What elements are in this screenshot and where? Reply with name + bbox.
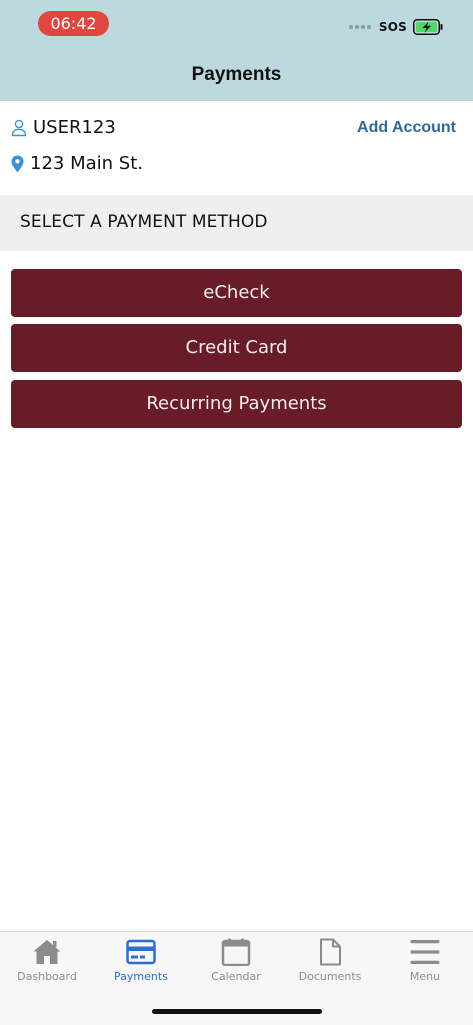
calendar-icon <box>221 938 251 966</box>
status-indicators: SOS <box>348 17 443 37</box>
hamburger-menu-icon <box>410 940 440 964</box>
account-address: 123 Main St. <box>30 153 143 174</box>
credit-card-icon <box>126 939 156 965</box>
status-time: 06:42 <box>38 11 109 36</box>
tab-payments-label: Payments <box>114 970 168 983</box>
payment-method-section-header: SELECT A PAYMENT METHOD <box>0 195 473 251</box>
account-username: USER123 <box>33 117 116 138</box>
recurring-payments-button[interactable]: Recurring Payments <box>11 380 462 428</box>
tab-documents-label: Documents <box>298 970 362 983</box>
add-account-link[interactable]: Add Account <box>357 119 456 137</box>
account-address-row: 123 Main St. <box>11 153 143 174</box>
top-header: 06:42 SOS Payments <box>0 0 473 101</box>
tab-menu[interactable]: Menu <box>378 932 472 992</box>
user-icon <box>11 119 27 136</box>
battery-charging-icon <box>413 19 443 35</box>
tab-calendar[interactable]: Calendar <box>189 932 283 992</box>
echeck-button[interactable]: eCheck <box>11 269 462 317</box>
tab-payments[interactable]: Payments <box>94 932 188 992</box>
account-user-row: USER123 <box>11 117 116 138</box>
home-icon <box>33 940 61 964</box>
credit-card-button[interactable]: Credit Card <box>11 324 462 372</box>
tab-menu-label: Menu <box>409 970 441 983</box>
tab-dashboard-label: Dashboard <box>17 970 77 983</box>
location-pin-icon <box>11 155 24 172</box>
signal-strength-icon <box>348 25 371 29</box>
tab-calendar-label: Calendar <box>211 970 261 983</box>
section-title: SELECT A PAYMENT METHOD <box>20 212 268 232</box>
document-icon <box>320 938 341 966</box>
tab-dashboard[interactable]: Dashboard <box>0 932 94 992</box>
tab-documents[interactable]: Documents <box>283 932 377 992</box>
page-title: Payments <box>191 64 282 85</box>
carrier-label: SOS <box>378 20 407 34</box>
home-indicator[interactable] <box>152 1009 322 1014</box>
